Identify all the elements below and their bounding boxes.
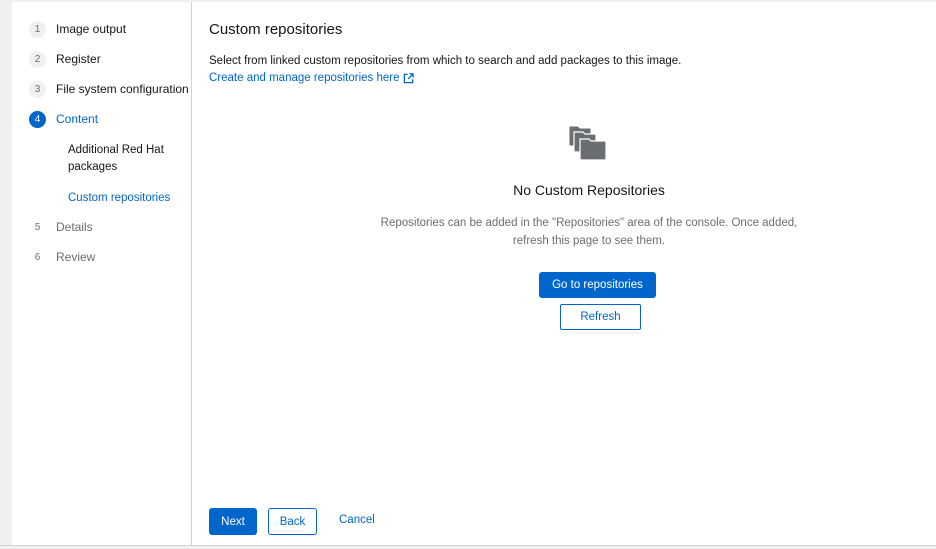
step-number: 3 — [29, 80, 46, 98]
step-label: Image output — [56, 22, 127, 36]
external-link-icon — [403, 72, 414, 83]
wizard-frame: 1 Image output 2 Register 3 File system … — [12, 2, 936, 545]
window-bottom-edge — [0, 545, 936, 549]
step-label: Details — [56, 220, 93, 234]
step-label: File system configuration — [56, 82, 189, 96]
folders-icon — [568, 125, 607, 161]
manage-repositories-link[interactable]: Create and manage repositories here — [209, 72, 414, 84]
back-button[interactable]: Back — [268, 508, 317, 535]
next-button[interactable]: Next — [209, 508, 257, 535]
refresh-button[interactable]: Refresh — [560, 304, 641, 330]
wizard-nav: 1 Image output 2 Register 3 File system … — [12, 2, 192, 545]
step-label: Review — [56, 250, 96, 264]
go-to-repositories-button[interactable]: Go to repositories — [539, 272, 656, 298]
empty-state-body: Repositories can be added in the "Reposi… — [380, 217, 798, 247]
substep-custom-repositories[interactable]: Custom repositories — [68, 190, 184, 207]
step-label: Register — [56, 52, 101, 66]
step-label: Content — [56, 112, 99, 126]
cancel-button[interactable]: Cancel — [339, 514, 375, 526]
step-number: 5 — [34, 221, 41, 233]
step-number: 1 — [29, 20, 46, 38]
substep-additional-red-hat-packages[interactable]: Additional Red Hat packages — [68, 142, 184, 176]
page-title: Custom repositories — [209, 21, 343, 38]
wizard-main: Custom repositories Select from linked c… — [209, 2, 936, 545]
step-number: 4 — [29, 110, 46, 128]
empty-state-title: No Custom Repositories — [513, 182, 665, 198]
step-number: 6 — [34, 251, 41, 263]
page-description: Select from linked custom repositories f… — [209, 55, 682, 67]
manage-repositories-link-label: Create and manage repositories here — [209, 72, 400, 84]
step-number: 2 — [29, 50, 46, 68]
